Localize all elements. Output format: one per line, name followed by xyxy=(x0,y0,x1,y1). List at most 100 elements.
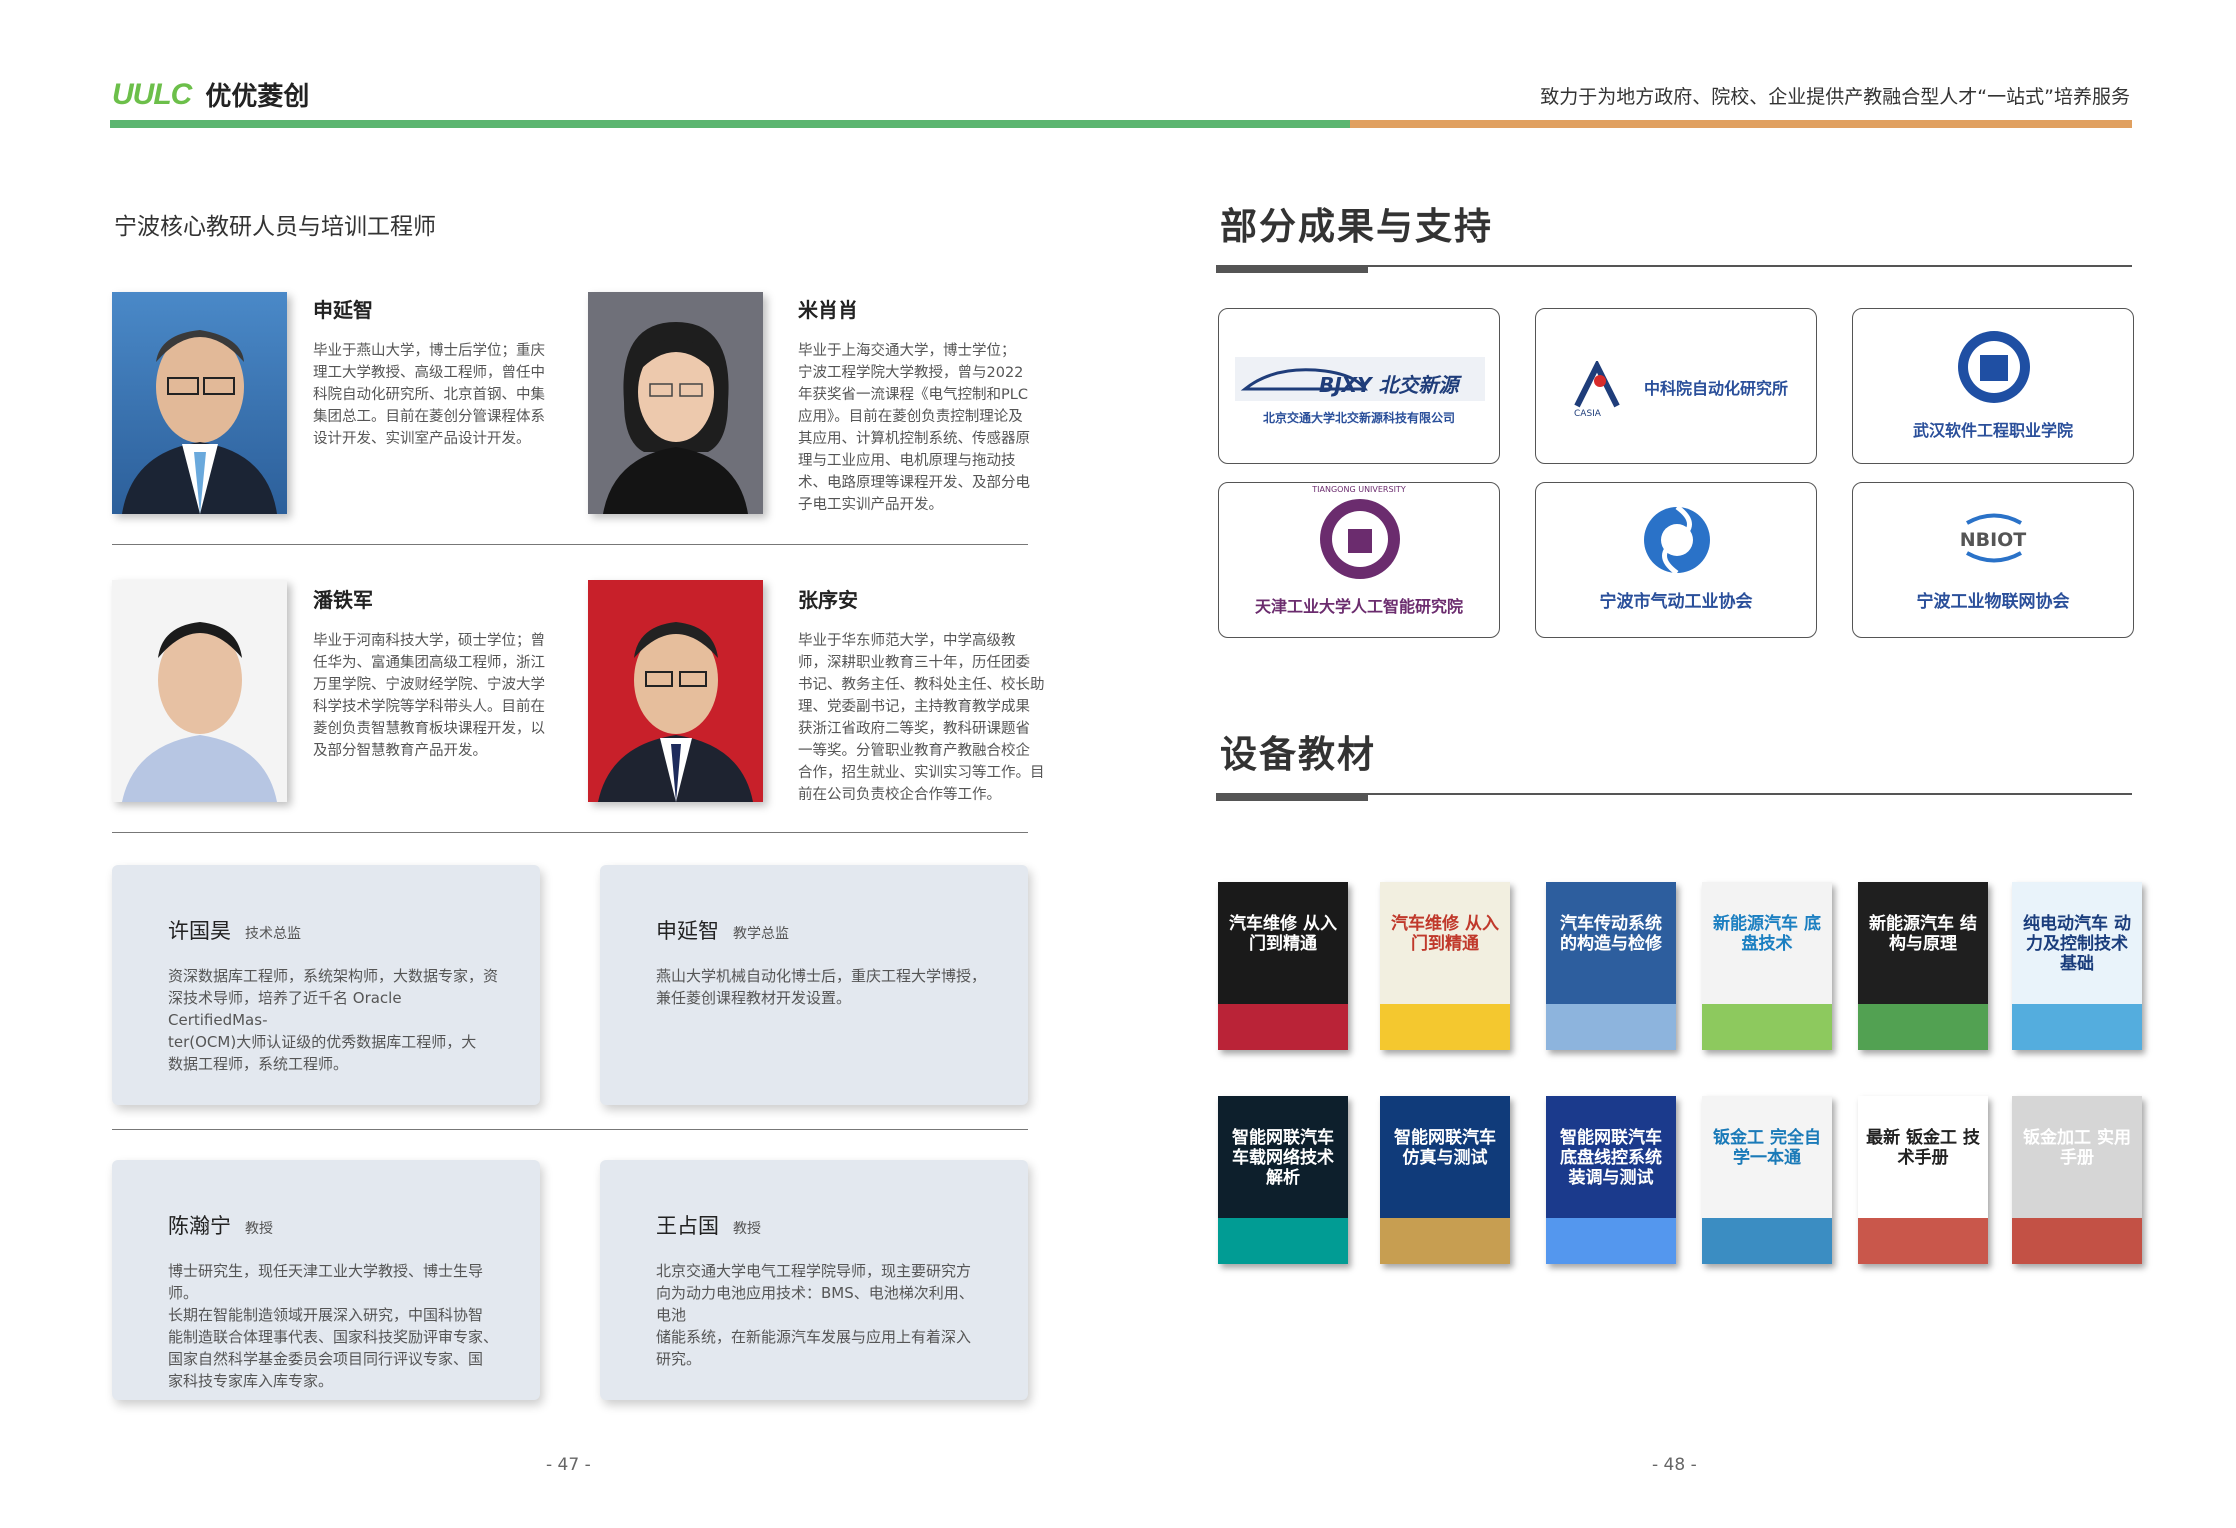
book-title: 钣金工 完全自学一本通 xyxy=(1713,1128,1821,1168)
card-role: 教学总监 xyxy=(733,926,789,942)
book-cover: 智能网联汽车 仿真与测试 xyxy=(1380,1096,1510,1264)
book-title: 新能源汽车 底盘技术 xyxy=(1713,914,1821,954)
staff-card: 陈瀚宁 教授 博士研究生，现任天津工业大学教授、博士生导师。 长期在智能制造领域开展… xyxy=(112,1160,540,1400)
book-accent-band xyxy=(1218,1218,1348,1264)
portrait-photo xyxy=(112,292,287,514)
partner-logo-card: CASIA 中科院自动化研究所 xyxy=(1535,308,1817,464)
portrait-photo xyxy=(588,580,763,802)
logo-mark: UULC xyxy=(112,77,192,111)
section-underline-tab xyxy=(1216,793,1368,801)
card-role: 教授 xyxy=(245,1221,273,1237)
book-title: 汽车传动系统的构造与检修 xyxy=(1560,914,1662,954)
partner-name: 中科院自动化研究所 xyxy=(1643,379,1788,398)
book-accent-band xyxy=(1380,1004,1510,1050)
book-title: 最新 钣金工 技术手册 xyxy=(1866,1128,1980,1168)
partner-logo-card: BJXY 北交新源 北京交通大学北交新源科技有限公司 xyxy=(1218,308,1500,464)
book-accent-band xyxy=(1546,1004,1676,1050)
partner-logo-card: 宁波市气动工业协会 xyxy=(1535,482,1817,638)
section-title-equipment-materials: 设备教材 xyxy=(1220,733,1376,776)
card-desc: 燕山大学机械自动化博士后，重庆工程大学博授， 兼任菱创课程教材开发设置。 xyxy=(656,967,987,1007)
person-name: 申延智 xyxy=(313,298,373,322)
book-accent-band xyxy=(1858,1004,1988,1050)
portrait-photo xyxy=(112,580,287,802)
book-title: 纯电动汽车 动力及控制技术基础 xyxy=(2023,914,2131,974)
staff-card: 许国昊 技术总监 资深数据库工程师，系统架构师，大数据专家，资 深技术导师，培养了近… xyxy=(112,865,540,1105)
book-accent-band xyxy=(2012,1004,2142,1050)
partner-name: 宁波市气动工业协会 xyxy=(1599,592,1753,612)
partner-logo-text: CASIA xyxy=(1574,409,1601,419)
partner-logo-card: TIANGONG UNIVERSITY 天津工业大学人工智能研究院 xyxy=(1218,482,1500,638)
seal-icon xyxy=(1320,499,1400,579)
book-accent-band xyxy=(1546,1218,1676,1264)
book-title: 智能网联汽车 底盘线控系统装调与测试 xyxy=(1560,1128,1662,1188)
book-cover: 汽车传动系统的构造与检修 xyxy=(1546,882,1676,1050)
book-cover: 汽车维修 从入门到精通 xyxy=(1218,882,1348,1050)
page-number: - 47 - xyxy=(546,1455,591,1475)
swirl-icon xyxy=(1644,505,1710,575)
book-title: 钣金加工 实用手册 xyxy=(2023,1128,2131,1168)
book-cover: 汽车维修 从入门到精通 xyxy=(1380,882,1510,1050)
partner-logo-text: BJXY 北交新源 xyxy=(1319,373,1459,397)
person-name: 潘铁军 xyxy=(313,588,373,612)
book-accent-band xyxy=(2012,1218,2142,1264)
section-underline-tab xyxy=(1216,265,1368,273)
partner-name: 天津工业大学人工智能研究院 xyxy=(1254,597,1463,616)
book-cover: 钣金加工 实用手册 xyxy=(2012,1096,2142,1264)
card-name: 陈瀚宁 xyxy=(168,1214,231,1238)
card-name: 王占国 xyxy=(656,1214,719,1238)
divider xyxy=(112,1129,1028,1130)
book-title: 新能源汽车 结构与原理 xyxy=(1869,914,1977,954)
book-cover: 新能源汽车 底盘技术 xyxy=(1702,882,1832,1050)
card-role: 技术总监 xyxy=(245,926,301,942)
portrait-photo xyxy=(588,292,763,514)
header-tagline: 致力于为地方政府、院校、企业提供产教融合型人才“一站式”培养服务 xyxy=(1540,86,2130,108)
person-desc: 毕业于河南科技大学，硕士学位；曾 任华为、富通集团高级工程师，浙江 万里学院、宁波财… xyxy=(313,633,545,759)
book-title: 汽车维修 从入门到精通 xyxy=(1229,914,1337,954)
card-name: 许国昊 xyxy=(168,919,231,943)
partner-name: 宁波工业物联网协会 xyxy=(1916,592,2070,612)
header-bar-green xyxy=(110,120,1350,128)
header-bar-orange xyxy=(1350,120,2132,128)
book-title: 汽车维修 从入门到精通 xyxy=(1391,914,1499,954)
book-accent-band xyxy=(1702,1004,1832,1050)
partner-logo-text: NBIOT xyxy=(1959,529,2027,551)
partner-name: 北京交通大学北交新源科技有限公司 xyxy=(1262,411,1455,425)
book-cover: 智能网联汽车 底盘线控系统装调与测试 xyxy=(1546,1096,1676,1264)
partner-name: 武汉软件工程职业学院 xyxy=(1912,421,2073,440)
book-cover: 纯电动汽车 动力及控制技术基础 xyxy=(2012,882,2142,1050)
book-accent-band xyxy=(1858,1218,1988,1264)
card-desc: 北京交通大学电气工程学院导师，现主要研究方 向为动力电池应用技术：BMS、电池梯次… xyxy=(656,1262,974,1368)
book-accent-band xyxy=(1218,1004,1348,1050)
staff-card: 申延智 教学总监 燕山大学机械自动化博士后，重庆工程大学博授， 兼任菱创课程教材开发… xyxy=(600,865,1028,1105)
book-title: 智能网联汽车 仿真与测试 xyxy=(1394,1128,1496,1168)
book-title: 智能网联汽车 车载网络技术解析 xyxy=(1232,1128,1334,1188)
partner-logo-text: TIANGONG UNIVERSITY xyxy=(1312,485,1406,494)
partner-logo-card: 武汉软件工程职业学院 xyxy=(1852,308,2134,464)
person-desc: 毕业于上海交通大学，博士学位； 宁波工程学院大学教授，曾与2022 年获奖省一流课程… xyxy=(798,343,1030,513)
card-role: 教授 xyxy=(733,1221,761,1237)
partner-logo-card: NBIOT 宁波工业物联网协会 xyxy=(1852,482,2134,638)
book-cover: 钣金工 完全自学一本通 xyxy=(1702,1096,1832,1264)
person-desc: 毕业于燕山大学，博士后学位；重庆 理工大学教授、高级工程师，曾任中 科院自动化研究所… xyxy=(313,343,545,447)
book-accent-band xyxy=(1380,1218,1510,1264)
seal-icon xyxy=(1958,331,2030,403)
card-desc: 资深数据库工程师，系统架构师，大数据专家，资 深技术导师，培养了近千名 Oracl… xyxy=(168,967,499,1073)
page-number: - 48 - xyxy=(1652,1455,1697,1475)
a-icon xyxy=(1574,361,1620,408)
card-desc: 博士研究生，现任天津工业大学教授、博士生导师。 长期在智能制造领域开展深入研究，中… xyxy=(168,1262,499,1390)
divider xyxy=(112,544,1028,545)
divider xyxy=(112,832,1028,833)
book-accent-band xyxy=(1702,1218,1832,1264)
staff-card: 王占国 教授 北京交通大学电气工程学院导师，现主要研究方 向为动力电池应用技术：BM… xyxy=(600,1160,1028,1400)
book-cover: 智能网联汽车 车载网络技术解析 xyxy=(1218,1096,1348,1264)
logo-text: 优优菱创 xyxy=(205,82,310,112)
brand-logo: UULC 优优菱创 xyxy=(112,76,309,113)
card-name: 申延智 xyxy=(656,919,719,943)
person-desc: 毕业于华东师范大学，中学高级教 师，深耕职业教育三十年，历任团委 书记、教务主任、教… xyxy=(798,633,1045,803)
person-name: 米肖肖 xyxy=(798,298,858,322)
book-cover: 新能源汽车 结构与原理 xyxy=(1858,882,1988,1050)
book-cover: 最新 钣金工 技术手册 xyxy=(1858,1096,1988,1264)
person-name: 张序安 xyxy=(798,588,858,612)
section-title-core-staff: 宁波核心教研人员与培训工程师 xyxy=(114,214,436,240)
section-title-achievements: 部分成果与支持 xyxy=(1220,205,1493,248)
